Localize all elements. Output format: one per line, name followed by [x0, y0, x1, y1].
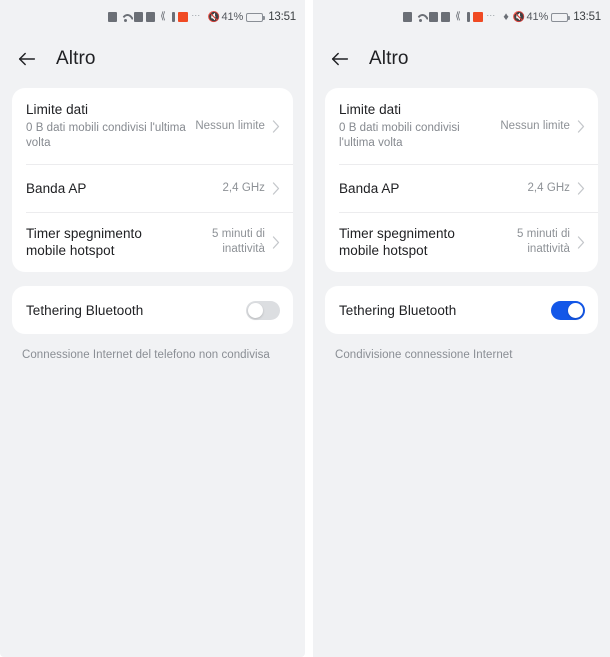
mute-icon: 🔇 — [512, 11, 525, 23]
bluetooth-tethering-footnote: Connessione Internet del telefono non co… — [22, 349, 270, 361]
chevron-right-icon — [272, 235, 280, 249]
toggle-knob — [568, 302, 583, 318]
status-bar-right: ⟪ ⋯ ♦ 🔇 41% 13:51 — [313, 0, 610, 34]
battery-saver-icon — [402, 12, 412, 22]
mute-icon: 🔇 — [207, 11, 220, 23]
row-title: Tethering Bluetooth — [26, 302, 144, 318]
row-subtitle: 0 B dati mobili condivisi l'ultima volta — [339, 122, 460, 149]
battery-percent-label: 41% — [526, 11, 549, 23]
bluetooth-tethering-card-right: Tethering Bluetooth — [325, 286, 598, 334]
wifi-icon — [119, 13, 135, 22]
status-bar-left: ⟪ ⋯ 🔇 41% 13:51 — [0, 0, 305, 34]
status-clock: 13:51 — [268, 11, 296, 23]
row-value: 5 minuti di inattività — [517, 228, 570, 255]
row-title: Timer spegnimento mobile hotspot — [339, 226, 455, 258]
row-title: Banda AP — [26, 180, 87, 196]
twitter-icon: ⟪ — [160, 11, 166, 22]
row-subtitle: 0 B dati mobili condivisi l'ultima volta — [26, 122, 186, 149]
row-data-limit[interactable]: Limite dati 0 B dati mobili condivisi l'… — [325, 88, 598, 164]
back-arrow-icon[interactable] — [16, 48, 38, 70]
row-value: 2,4 GHz — [527, 181, 570, 194]
row-hotspot-timer[interactable]: Timer spegnimento mobile hotspot 5 minut… — [325, 212, 598, 272]
row-text-block: Tethering Bluetooth — [26, 302, 246, 319]
alert-icon — [171, 12, 175, 22]
twitter-icon: ⟪ — [455, 11, 461, 22]
row-title: Timer spegnimento mobile hotspot — [26, 226, 142, 258]
dual-phone-screenshot: ⟪ ⋯ 🔇 41% 13:51 Altro Limite dati 0 B da… — [0, 0, 610, 657]
row-data-limit[interactable]: Limite dati 0 B dati mobili condivisi l'… — [12, 88, 293, 164]
row-text-block: Tethering Bluetooth — [339, 302, 551, 319]
bluetooth-tethering-footnote: Condivisione connessione Internet — [335, 349, 513, 361]
overflow-dots-icon: ⋯ — [486, 10, 496, 20]
app-bar-right: Altro — [313, 34, 610, 84]
battery-icon — [145, 12, 155, 22]
row-text-block: Banda AP — [339, 180, 527, 197]
row-text-block: Limite dati 0 B dati mobili condivisi l'… — [339, 101, 500, 151]
row-title: Tethering Bluetooth — [339, 302, 457, 318]
system-status-left: 🔇 41% 13:51 — [208, 11, 297, 23]
battery-icon — [440, 12, 450, 22]
row-ap-band[interactable]: Banda AP 2,4 GHz — [12, 164, 293, 212]
back-arrow-icon[interactable] — [329, 48, 351, 70]
email-icon — [428, 12, 438, 22]
page-title: Altro — [369, 48, 409, 69]
battery-indicator — [551, 12, 571, 22]
chevron-right-icon — [577, 181, 585, 195]
row-value: 5 minuti di inattività — [212, 228, 265, 255]
row-text-block: Timer spegnimento mobile hotspot — [339, 225, 496, 259]
row-title: Limite dati — [339, 102, 402, 117]
chevron-right-icon — [577, 235, 585, 249]
phone-screen-left: ⟪ ⋯ 🔇 41% 13:51 Altro Limite dati 0 B da… — [0, 0, 305, 657]
chevron-right-icon — [272, 119, 280, 133]
notification-icons-left: ⟪ ⋯ — [107, 10, 202, 22]
email-icon — [133, 12, 143, 22]
battery-percent-label: 41% — [221, 11, 244, 23]
app-red-icon — [472, 12, 483, 22]
bluetooth-tethering-card-left: Tethering Bluetooth — [12, 286, 293, 334]
overflow-dots-icon: ⋯ — [191, 10, 201, 20]
chevron-right-icon — [577, 119, 585, 133]
bluetooth-tethering-toggle[interactable] — [246, 300, 280, 320]
row-bluetooth-tethering[interactable]: Tethering Bluetooth — [12, 286, 293, 334]
notification-icons-right: ⟪ ⋯ — [402, 10, 497, 22]
row-bluetooth-tethering[interactable]: Tethering Bluetooth — [325, 286, 598, 334]
row-title: Banda AP — [339, 180, 400, 196]
alert-icon — [466, 12, 470, 22]
system-status-right: ♦ 🔇 41% 13:51 — [503, 10, 601, 23]
toggle-knob — [248, 302, 263, 318]
row-text-block: Banda AP — [26, 180, 222, 197]
page-title: Altro — [56, 48, 96, 69]
status-clock: 13:51 — [573, 11, 601, 23]
row-text-block: Timer spegnimento mobile hotspot — [26, 225, 191, 259]
row-value: Nessun limite — [195, 119, 265, 132]
wifi-icon — [414, 13, 430, 22]
row-text-block: Limite dati 0 B dati mobili condivisi l'… — [26, 101, 195, 151]
bluetooth-tethering-toggle[interactable] — [551, 300, 585, 320]
row-hotspot-timer[interactable]: Timer spegnimento mobile hotspot 5 minut… — [12, 212, 293, 272]
bluetooth-icon: ♦ — [503, 10, 509, 23]
battery-indicator — [246, 12, 266, 22]
settings-card-right: Limite dati 0 B dati mobili condivisi l'… — [325, 88, 598, 272]
chevron-right-icon — [272, 181, 280, 195]
row-ap-band[interactable]: Banda AP 2,4 GHz — [325, 164, 598, 212]
battery-saver-icon — [107, 12, 117, 22]
settings-card-left: Limite dati 0 B dati mobili condivisi l'… — [12, 88, 293, 272]
phone-screen-right: ⟪ ⋯ ♦ 🔇 41% 13:51 Altro Limite dati 0 B … — [313, 0, 610, 657]
app-bar-left: Altro — [0, 34, 305, 84]
row-value: Nessun limite — [500, 119, 570, 132]
row-value: 2,4 GHz — [222, 181, 265, 194]
row-title: Limite dati — [26, 102, 89, 117]
app-red-icon — [177, 12, 188, 22]
